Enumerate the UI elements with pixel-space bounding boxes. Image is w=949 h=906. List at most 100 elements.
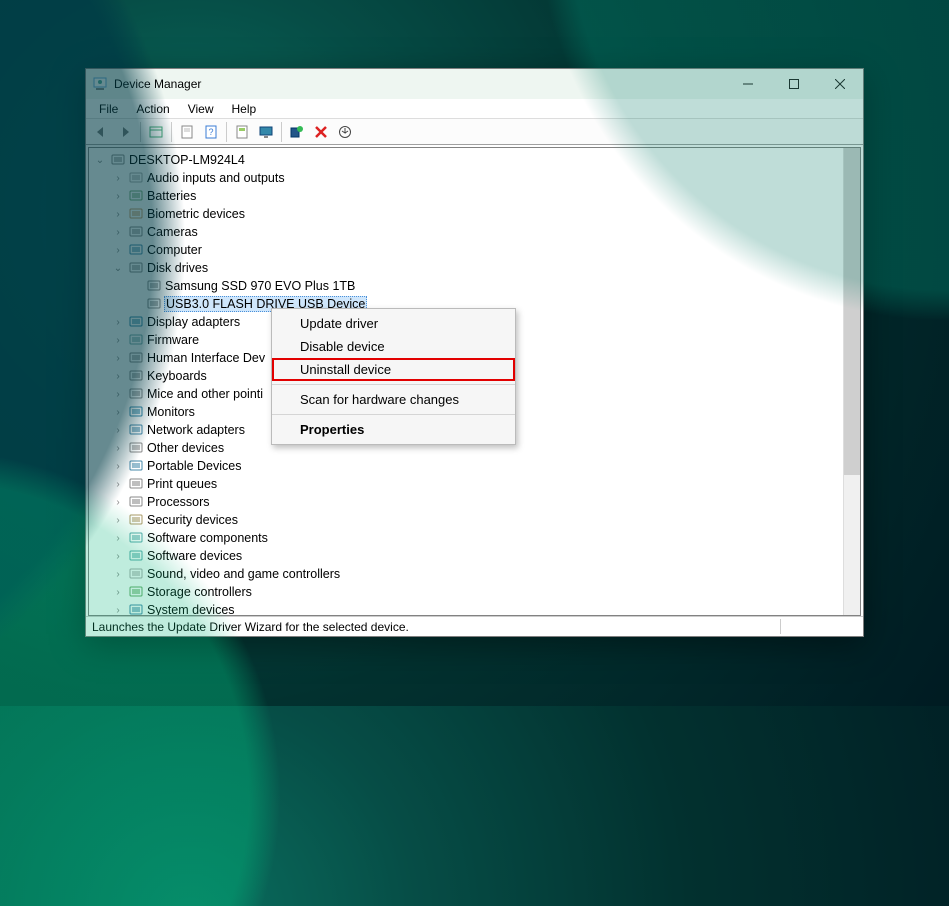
expand-icon[interactable]: › — [111, 191, 125, 202]
category-label: Monitors — [147, 405, 195, 419]
tree-category[interactable]: › Biometric devices — [93, 205, 860, 223]
expand-icon[interactable]: ⌄ — [111, 263, 125, 274]
help-button[interactable]: ? — [200, 121, 222, 143]
menu-separator — [272, 414, 515, 415]
root-label: DESKTOP-LM924L4 — [129, 153, 245, 167]
category-label: Network adapters — [147, 423, 245, 437]
category-label: Audio inputs and outputs — [147, 171, 285, 185]
expand-icon[interactable]: › — [111, 209, 125, 220]
menu-separator — [272, 384, 515, 385]
scrollbar-thumb[interactable] — [844, 148, 860, 475]
softcomp-icon — [128, 530, 144, 546]
tree-category[interactable]: › Software devices — [93, 547, 860, 565]
biometric-icon — [128, 206, 144, 222]
category-label: Portable Devices — [147, 459, 242, 473]
context-menu-item[interactable]: Properties — [272, 418, 515, 441]
tree-category[interactable]: › Sound, video and game controllers — [93, 565, 860, 583]
monitor-icon — [128, 404, 144, 420]
expand-icon[interactable]: › — [111, 335, 125, 346]
tree-category[interactable]: › Security devices — [93, 511, 860, 529]
firmware-icon — [128, 332, 144, 348]
app-icon — [92, 76, 108, 92]
context-menu: Update driverDisable deviceUninstall dev… — [271, 308, 516, 445]
update-button[interactable] — [334, 121, 356, 143]
back-button[interactable] — [90, 121, 112, 143]
vertical-scrollbar[interactable] — [843, 148, 860, 615]
refresh-button[interactable] — [231, 121, 253, 143]
tree-category[interactable]: › Storage controllers — [93, 583, 860, 601]
softdev-icon — [128, 548, 144, 564]
tree-category[interactable]: › Portable Devices — [93, 457, 860, 475]
expand-icon[interactable]: › — [111, 569, 125, 580]
battery-icon — [128, 188, 144, 204]
expand-icon[interactable]: › — [111, 227, 125, 238]
expand-icon[interactable]: › — [111, 533, 125, 544]
menu-view[interactable]: View — [181, 101, 221, 117]
expand-icon[interactable]: › — [111, 425, 125, 436]
expand-icon[interactable]: › — [111, 515, 125, 526]
expand-icon[interactable]: › — [111, 173, 125, 184]
tree-category[interactable]: › Print queues — [93, 475, 860, 493]
expand-icon[interactable]: › — [111, 497, 125, 508]
close-button[interactable] — [817, 69, 863, 99]
scan-button[interactable] — [286, 121, 308, 143]
expand-icon[interactable]: › — [111, 389, 125, 400]
expand-icon[interactable]: › — [111, 479, 125, 490]
expand-icon[interactable]: › — [111, 443, 125, 454]
collapse-icon[interactable]: ⌄ — [93, 155, 107, 166]
expand-icon[interactable]: › — [111, 407, 125, 418]
tree-category[interactable]: › Processors — [93, 493, 860, 511]
category-label: System devices — [147, 603, 235, 615]
storage-icon — [128, 584, 144, 600]
maximize-button[interactable] — [771, 69, 817, 99]
toolbar: ? — [86, 119, 863, 145]
category-label: Software devices — [147, 549, 242, 563]
security-icon — [128, 512, 144, 528]
tree-category[interactable]: › System devices — [93, 601, 860, 615]
speaker-icon — [128, 170, 144, 186]
menu-file[interactable]: File — [92, 101, 125, 117]
tree-category[interactable]: › Audio inputs and outputs — [93, 169, 860, 187]
menu-action[interactable]: Action — [129, 101, 176, 117]
tree-root[interactable]: ⌄ DESKTOP-LM924L4 — [93, 151, 860, 169]
remove-button[interactable] — [310, 121, 332, 143]
context-menu-item[interactable]: Update driver — [272, 312, 515, 335]
context-menu-item[interactable]: Disable device — [272, 335, 515, 358]
tree-category[interactable]: ⌄ Disk drives — [93, 259, 860, 277]
category-label: Keyboards — [147, 369, 207, 383]
forward-button[interactable] — [114, 121, 136, 143]
category-label: Software components — [147, 531, 268, 545]
monitor-button[interactable] — [255, 121, 277, 143]
context-menu-item[interactable]: Uninstall device — [272, 358, 515, 381]
titlebar[interactable]: Device Manager — [86, 69, 863, 99]
category-label: Mice and other pointi — [147, 387, 263, 401]
hid-icon — [128, 350, 144, 366]
show-hidden-button[interactable] — [145, 121, 167, 143]
minimize-button[interactable] — [725, 69, 771, 99]
expand-icon[interactable]: › — [111, 461, 125, 472]
tree-category[interactable]: › Cameras — [93, 223, 860, 241]
expand-icon[interactable]: › — [111, 353, 125, 364]
expand-icon[interactable]: › — [111, 317, 125, 328]
category-label: Sound, video and game controllers — [147, 567, 340, 581]
computer-icon — [128, 242, 144, 258]
disk-icon — [146, 278, 162, 294]
tree-device[interactable]: Samsung SSD 970 EVO Plus 1TB — [93, 277, 860, 295]
properties-button[interactable] — [176, 121, 198, 143]
category-label: Other devices — [147, 441, 224, 455]
system-icon — [128, 602, 144, 615]
context-menu-item[interactable]: Scan for hardware changes — [272, 388, 515, 411]
expand-icon[interactable]: › — [111, 245, 125, 256]
category-label: Security devices — [147, 513, 238, 527]
menu-help[interactable]: Help — [225, 101, 264, 117]
expand-icon[interactable]: › — [111, 371, 125, 382]
tree-category[interactable]: › Software components — [93, 529, 860, 547]
window-title: Device Manager — [114, 77, 201, 91]
tree-category[interactable]: › Batteries — [93, 187, 860, 205]
tree-category[interactable]: › Computer — [93, 241, 860, 259]
expand-icon[interactable]: › — [111, 587, 125, 598]
svg-text:?: ? — [208, 127, 213, 137]
expand-icon[interactable]: › — [111, 551, 125, 562]
expand-icon[interactable]: › — [111, 605, 125, 616]
status-bar: Launches the Update Driver Wizard for th… — [86, 616, 863, 636]
